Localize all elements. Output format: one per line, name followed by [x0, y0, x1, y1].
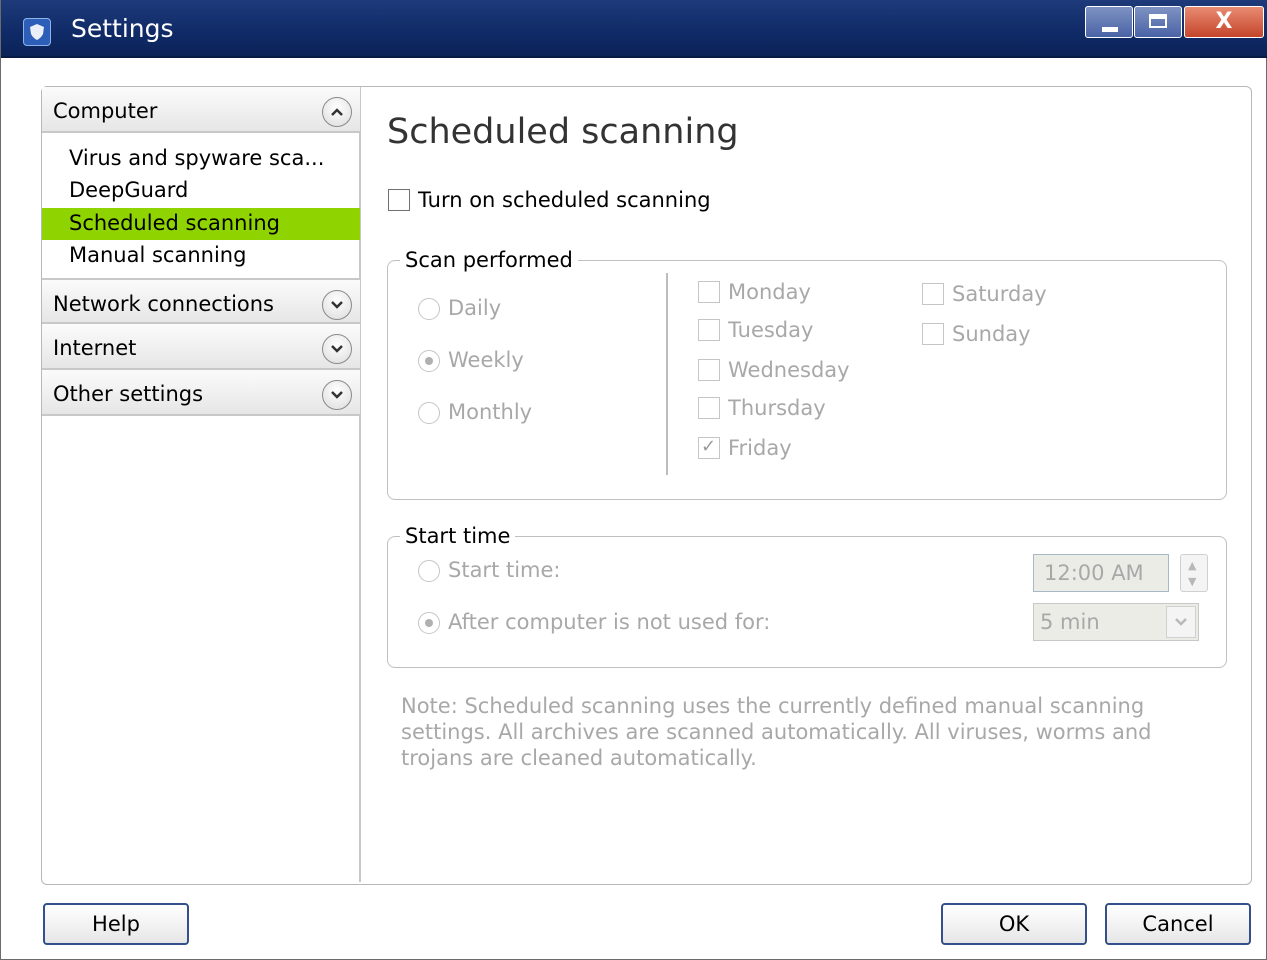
sidebar-section-label: Network connections — [53, 292, 275, 316]
chevron-down-icon[interactable] — [322, 380, 352, 410]
title-bar[interactable]: Settings X — [1, 0, 1267, 58]
chevron-down-icon[interactable] — [322, 290, 352, 320]
sidebar-section-label: Internet — [53, 336, 137, 360]
sidebar-item-label: Scheduled scanning — [69, 211, 280, 235]
start-time-label[interactable]: Start time: — [448, 558, 561, 582]
spin-down-icon[interactable]: ▼ — [1188, 575, 1196, 588]
sidebar: Computer Virus and spyware sca... DeepGu… — [42, 87, 361, 882]
sidebar-section-internet[interactable]: Internet — [42, 324, 360, 370]
enable-scheduled-scanning-label[interactable]: Turn on scheduled scanning — [418, 188, 711, 212]
settings-window: Settings X Computer Virus and spyware sc… — [0, 0, 1267, 960]
idle-radio[interactable] — [418, 612, 440, 634]
sunday-checkbox[interactable] — [922, 323, 944, 345]
sidebar-item-scheduled-scanning[interactable]: Scheduled scanning — [42, 208, 360, 240]
close-button[interactable]: X — [1184, 6, 1264, 38]
friday-label[interactable]: Friday — [728, 436, 792, 460]
tuesday-label[interactable]: Tuesday — [728, 318, 813, 342]
minimize-icon — [1086, 7, 1132, 37]
app-shield-icon — [23, 18, 51, 46]
sidebar-section-label: Other settings — [53, 382, 204, 406]
friday-checkbox[interactable]: ✓ — [698, 436, 720, 459]
weekly-radio[interactable] — [418, 350, 440, 372]
cancel-button-label: Cancel — [1142, 912, 1214, 936]
sidebar-section-computer[interactable]: Computer — [42, 87, 360, 133]
idle-label[interactable]: After computer is not used for: — [448, 610, 770, 634]
sidebar-item-label: DeepGuard — [69, 178, 189, 202]
sidebar-item-manual-scanning[interactable]: Manual scanning — [42, 240, 360, 272]
monday-label[interactable]: Monday — [728, 280, 811, 304]
idle-duration-select[interactable]: 5 min — [1033, 603, 1199, 641]
sidebar-item-label: Manual scanning — [69, 243, 247, 267]
daily-label[interactable]: Daily — [448, 296, 501, 320]
close-icon: X — [1215, 9, 1233, 34]
start-time-value: 12:00 AM — [1044, 561, 1144, 585]
spin-up-icon[interactable]: ▲ — [1188, 559, 1196, 572]
saturday-label[interactable]: Saturday — [952, 282, 1047, 306]
chevron-up-icon[interactable] — [322, 97, 352, 127]
help-button-label: Help — [92, 912, 140, 936]
tuesday-checkbox[interactable] — [698, 319, 720, 341]
maximize-icon — [1135, 7, 1181, 37]
minimize-button[interactable] — [1085, 6, 1133, 38]
start-time-legend: Start time — [400, 524, 516, 548]
thursday-label[interactable]: Thursday — [728, 396, 826, 420]
idle-duration-value: 5 min — [1040, 610, 1100, 634]
start-time-input[interactable]: 12:00 AM — [1033, 554, 1169, 592]
sidebar-item-virus-spyware[interactable]: Virus and spyware sca... — [42, 143, 360, 175]
sidebar-item-label: Virus and spyware sca... — [69, 146, 325, 170]
wednesday-label[interactable]: Wednesday — [728, 358, 850, 382]
wednesday-checkbox[interactable] — [698, 359, 720, 381]
enable-scheduled-scanning-checkbox[interactable] — [388, 189, 410, 211]
maximize-button[interactable] — [1134, 6, 1182, 38]
scan-performed-legend: Scan performed — [400, 248, 578, 272]
time-spinner[interactable]: ▲ ▼ — [1180, 554, 1208, 592]
monthly-label[interactable]: Monthly — [448, 400, 532, 424]
help-button[interactable]: Help — [43, 903, 189, 945]
weekly-label[interactable]: Weekly — [448, 348, 524, 372]
cancel-button[interactable]: Cancel — [1105, 903, 1251, 945]
saturday-checkbox[interactable] — [922, 283, 944, 305]
chevron-down-icon[interactable] — [1166, 606, 1196, 638]
sidebar-section-network[interactable]: Network connections — [42, 278, 360, 324]
page-title: Scheduled scanning — [387, 112, 739, 152]
sunday-label[interactable]: Sunday — [952, 322, 1031, 346]
chevron-down-icon[interactable] — [322, 334, 352, 364]
monday-checkbox[interactable] — [698, 281, 720, 303]
note-text: Note: Scheduled scanning uses the curren… — [401, 694, 1152, 770]
checkmark-icon: ✓ — [701, 436, 717, 457]
window-title: Settings — [71, 14, 174, 43]
start-time-radio[interactable] — [418, 560, 440, 582]
sidebar-section-label: Computer — [53, 99, 158, 123]
daily-radio[interactable] — [418, 298, 440, 320]
ok-button[interactable]: OK — [941, 903, 1087, 945]
sidebar-item-deepguard[interactable]: DeepGuard — [42, 175, 360, 207]
thursday-checkbox[interactable] — [698, 397, 720, 419]
monthly-radio[interactable] — [418, 402, 440, 424]
group-divider — [666, 273, 668, 475]
sidebar-section-other-settings[interactable]: Other settings — [42, 370, 360, 416]
ok-button-label: OK — [998, 912, 1030, 936]
